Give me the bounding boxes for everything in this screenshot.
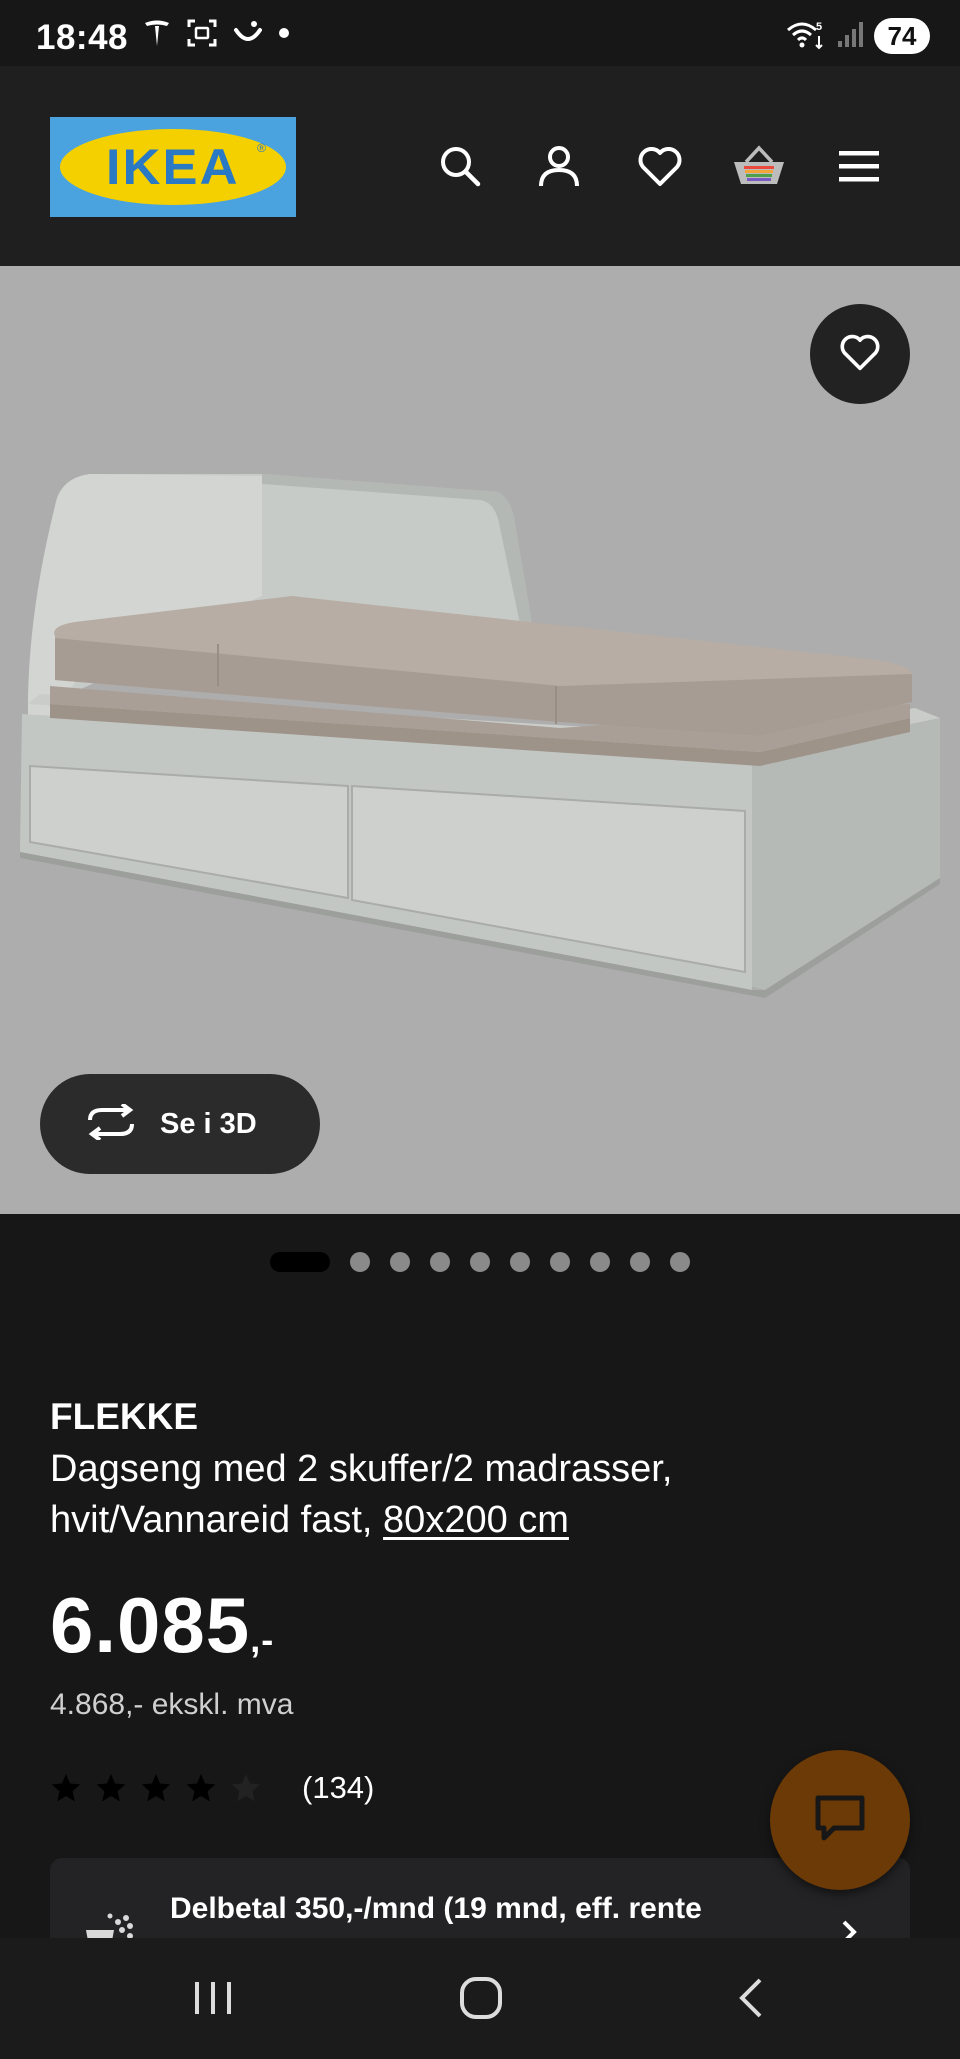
logo-text: IKEA (106, 139, 240, 195)
carousel-dot[interactable] (350, 1252, 370, 1272)
rating-stars (50, 1772, 262, 1804)
product-price: 6.085,- (50, 1580, 274, 1671)
price-main: 6.085 (50, 1581, 251, 1669)
add-to-favourites-button[interactable] (810, 304, 910, 404)
status-time: 18:48 (36, 18, 129, 57)
carousel-dot[interactable] (590, 1252, 610, 1272)
review-count[interactable]: (134) (302, 1770, 374, 1806)
view-3d-button[interactable]: Se i 3D (40, 1074, 320, 1174)
screenshot-icon (186, 18, 218, 53)
heart-icon (838, 332, 882, 377)
ikea-logo[interactable]: IKEA ® (50, 117, 296, 217)
site-header: IKEA ® (0, 66, 960, 266)
product-size-link[interactable]: 80x200 cm (383, 1499, 569, 1541)
signal-icon (836, 19, 864, 54)
product-description: Dagseng med 2 skuffer/2 madrasser, hvit/… (50, 1444, 810, 1546)
price-ex-vat: 4.868,- ekskl. mva (50, 1688, 294, 1721)
carousel-dot-active[interactable] (270, 1252, 330, 1272)
wifi-icon: 5 (786, 18, 826, 55)
carousel-dot[interactable] (390, 1252, 410, 1272)
star-filled-icon (141, 1774, 171, 1802)
product-name: FLEKKE (50, 1396, 198, 1437)
star-filled-icon (186, 1774, 216, 1802)
system-navigation-bar (0, 1938, 960, 2059)
product-image[interactable]: Se i 3D (0, 266, 960, 1214)
carousel-dot[interactable] (430, 1252, 450, 1272)
product-description-text: Dagseng med 2 skuffer/2 madrasser, hvit/… (50, 1448, 673, 1541)
rotate-3d-icon (84, 1101, 138, 1145)
installment-text: Delbetal 350,-/mnd (19 mnd, eff. rente (170, 1892, 702, 1925)
daybed-illustration (20, 474, 940, 998)
dot-icon (278, 26, 290, 44)
carousel-dot[interactable] (630, 1252, 650, 1272)
notification-icons (142, 18, 290, 53)
price-suffix: ,- (250, 1619, 275, 1660)
logo-oval: IKEA ® (60, 129, 286, 205)
star-filled-icon (96, 1774, 126, 1802)
status-indicators: 5 74 (786, 18, 930, 54)
product-page: 18:48 5 74 IKEA ® Se i 3D FLEKKE Dagseng… (0, 0, 960, 2059)
product-rating[interactable]: (134) (50, 1766, 374, 1810)
battery-indicator: 74 (874, 18, 930, 54)
carousel-dot[interactable] (550, 1252, 570, 1272)
status-bar: 18:48 5 74 (0, 0, 960, 66)
chat-button[interactable] (770, 1750, 910, 1890)
tesla-icon (142, 18, 172, 53)
view-3d-label: Se i 3D (160, 1107, 257, 1140)
smile-icon (232, 18, 264, 53)
basket-icon[interactable] (727, 134, 791, 198)
registered-mark: ® (257, 141, 266, 155)
chat-icon (812, 1792, 868, 1849)
star-empty-icon (231, 1774, 261, 1802)
account-icon[interactable] (527, 134, 591, 198)
carousel-dot[interactable] (470, 1252, 490, 1272)
favourites-icon[interactable] (628, 134, 692, 198)
menu-icon[interactable] (827, 134, 891, 198)
star-filled-icon (51, 1774, 81, 1802)
home-button[interactable] (446, 1968, 516, 2028)
back-button[interactable] (716, 1968, 786, 2028)
carousel-dot[interactable] (510, 1252, 530, 1272)
image-carousel-indicator[interactable] (0, 1252, 960, 1272)
recent-apps-button[interactable] (178, 1968, 248, 2028)
search-icon[interactable] (428, 134, 492, 198)
carousel-dot[interactable] (670, 1252, 690, 1272)
svg-text:5: 5 (816, 21, 822, 33)
